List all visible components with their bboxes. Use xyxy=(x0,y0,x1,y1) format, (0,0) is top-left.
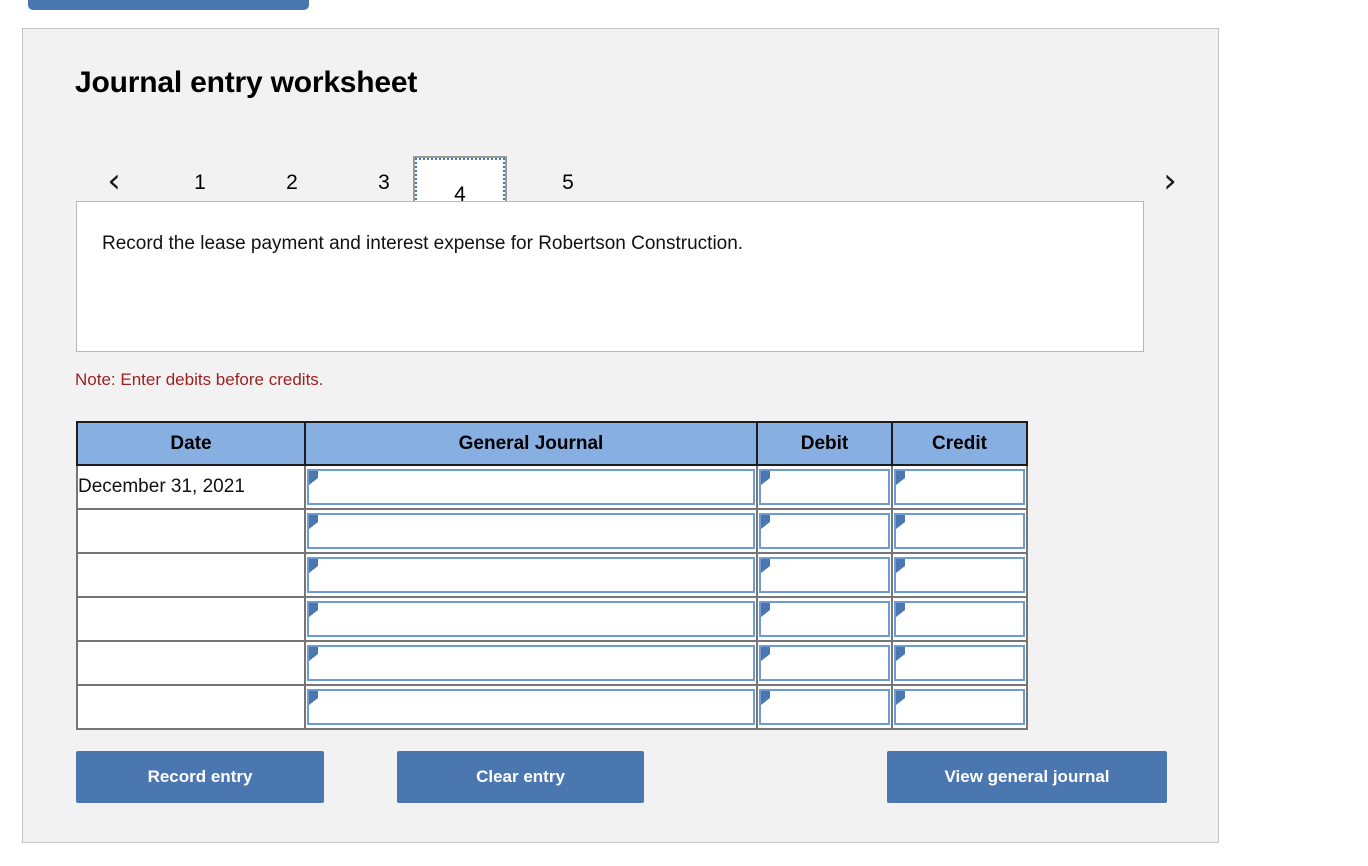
debit-input[interactable] xyxy=(759,513,890,549)
dropdown-triangle-icon xyxy=(309,515,318,529)
general-journal-cell[interactable] xyxy=(304,684,758,730)
dropdown-triangle-icon xyxy=(896,559,905,573)
debit-input[interactable] xyxy=(759,689,890,725)
table-row xyxy=(76,552,1028,598)
transaction-description-text: Record the lease payment and interest ex… xyxy=(102,233,744,254)
account-select-input[interactable] xyxy=(307,469,755,505)
journal-entry-panel: Journal entry worksheet ‹ 1 2 3 4 5 › Re… xyxy=(22,28,1219,843)
dropdown-triangle-icon xyxy=(309,559,318,573)
dropdown-triangle-icon xyxy=(896,691,905,705)
dropdown-triangle-icon xyxy=(896,603,905,617)
chevron-left-icon[interactable]: ‹ xyxy=(97,162,131,202)
dropdown-triangle-icon xyxy=(309,603,318,617)
table-row xyxy=(76,508,1028,554)
date-cell[interactable] xyxy=(76,596,306,642)
dropdown-triangle-icon xyxy=(309,691,318,705)
debit-cell[interactable] xyxy=(756,508,893,554)
debit-input[interactable] xyxy=(759,469,890,505)
top-cutoff-button[interactable] xyxy=(28,0,309,10)
credit-input[interactable] xyxy=(894,601,1025,637)
credit-cell[interactable] xyxy=(891,552,1028,598)
credit-cell[interactable] xyxy=(891,640,1028,686)
debit-cell[interactable] xyxy=(756,684,893,730)
general-journal-cell[interactable] xyxy=(304,552,758,598)
credit-input[interactable] xyxy=(894,689,1025,725)
dropdown-triangle-icon xyxy=(761,559,770,573)
clear-entry-button[interactable]: Clear entry xyxy=(397,751,644,803)
dropdown-triangle-icon xyxy=(896,471,905,485)
credit-cell[interactable] xyxy=(891,464,1028,510)
credit-input[interactable] xyxy=(894,513,1025,549)
general-journal-cell[interactable] xyxy=(304,640,758,686)
debit-cell[interactable] xyxy=(756,596,893,642)
debit-cell[interactable] xyxy=(756,464,893,510)
column-header-date: Date xyxy=(76,421,306,466)
dropdown-triangle-icon xyxy=(309,647,318,661)
dropdown-triangle-icon xyxy=(761,647,770,661)
debit-input[interactable] xyxy=(759,557,890,593)
date-cell[interactable] xyxy=(76,552,306,598)
chevron-right-icon[interactable]: › xyxy=(1153,162,1187,202)
account-select-input[interactable] xyxy=(307,601,755,637)
journal-entry-table: Date General Journal Debit Credit Decemb… xyxy=(76,421,1028,730)
dropdown-triangle-icon xyxy=(761,691,770,705)
credit-cell[interactable] xyxy=(891,596,1028,642)
date-cell[interactable] xyxy=(76,684,306,730)
debit-input[interactable] xyxy=(759,645,890,681)
account-select-input[interactable] xyxy=(307,557,755,593)
table-row xyxy=(76,684,1028,730)
table-row: December 31, 2021 xyxy=(76,464,1028,510)
general-journal-cell[interactable] xyxy=(304,508,758,554)
account-select-input[interactable] xyxy=(307,689,755,725)
debit-input[interactable] xyxy=(759,601,890,637)
credit-cell[interactable] xyxy=(891,684,1028,730)
date-cell[interactable]: December 31, 2021 xyxy=(76,464,306,510)
credit-input[interactable] xyxy=(894,557,1025,593)
account-select-input[interactable] xyxy=(307,645,755,681)
dropdown-triangle-icon xyxy=(761,603,770,617)
page-title: Journal entry worksheet xyxy=(75,66,418,99)
debit-cell[interactable] xyxy=(756,552,893,598)
dropdown-triangle-icon xyxy=(896,647,905,661)
worksheet-pager: ‹ 1 2 3 4 5 › xyxy=(67,132,1177,230)
dropdown-triangle-icon xyxy=(761,471,770,485)
debits-before-credits-note: Note: Enter debits before credits. xyxy=(75,370,324,389)
dropdown-triangle-icon xyxy=(896,515,905,529)
table-row xyxy=(76,640,1028,686)
dropdown-triangle-icon xyxy=(309,471,318,485)
view-general-journal-button[interactable]: View general journal xyxy=(887,751,1167,803)
transaction-description-box: Record the lease payment and interest ex… xyxy=(76,201,1144,352)
table-row xyxy=(76,596,1028,642)
pager-tab-1[interactable]: 1 xyxy=(177,160,223,206)
table-header-row: Date General Journal Debit Credit xyxy=(76,421,1028,466)
pager-tab-2[interactable]: 2 xyxy=(269,160,315,206)
account-select-input[interactable] xyxy=(307,513,755,549)
pager-tab-3[interactable]: 3 xyxy=(361,160,407,206)
credit-cell[interactable] xyxy=(891,508,1028,554)
debit-cell[interactable] xyxy=(756,640,893,686)
column-header-general-journal: General Journal xyxy=(304,421,758,466)
date-cell[interactable] xyxy=(76,640,306,686)
record-entry-button[interactable]: Record entry xyxy=(76,751,324,803)
pager-tab-5[interactable]: 5 xyxy=(545,160,591,206)
credit-input[interactable] xyxy=(894,645,1025,681)
column-header-debit: Debit xyxy=(756,421,893,466)
dropdown-triangle-icon xyxy=(761,515,770,529)
general-journal-cell[interactable] xyxy=(304,596,758,642)
column-header-credit: Credit xyxy=(891,421,1028,466)
date-cell[interactable] xyxy=(76,508,306,554)
general-journal-cell[interactable] xyxy=(304,464,758,510)
credit-input[interactable] xyxy=(894,469,1025,505)
